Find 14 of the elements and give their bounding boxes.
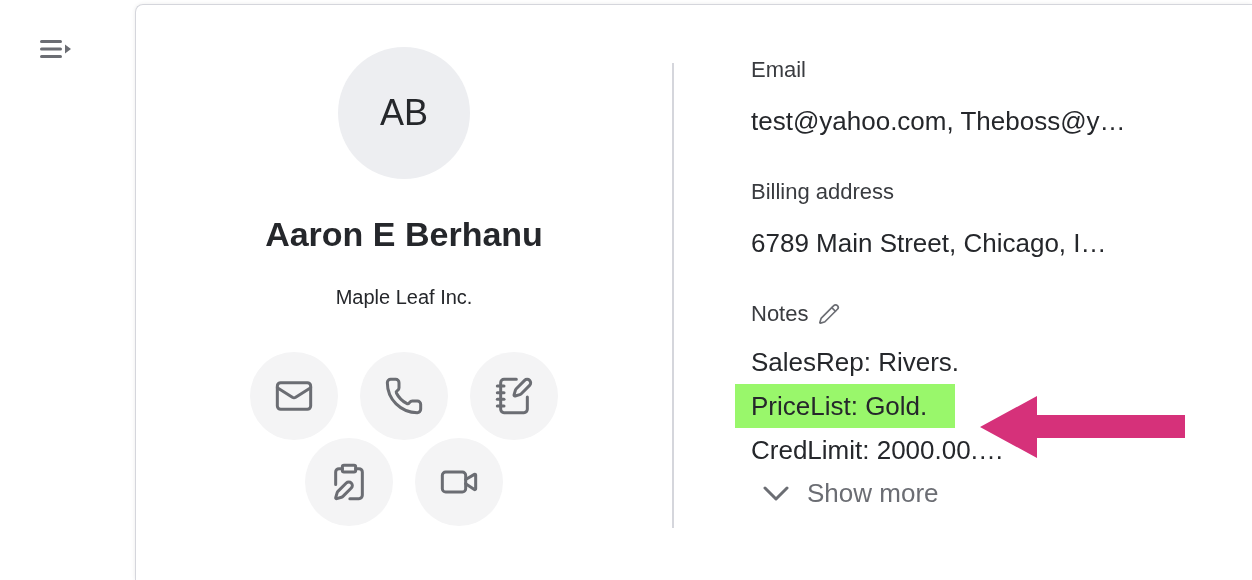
note-line: CredLimit: 2000.00.…: [751, 434, 1004, 467]
edit-icon[interactable]: [818, 302, 841, 325]
show-more-button[interactable]: Show more: [763, 474, 1126, 513]
field-label: Email: [751, 56, 807, 84]
field-label: Billing address: [751, 178, 896, 206]
avatar: AB: [338, 47, 470, 179]
field-value: test@yahoo.com, Theboss@y…: [751, 105, 1126, 138]
note-line: SalesRep: Rivers.: [751, 346, 960, 379]
notes-label: Notes: [751, 300, 809, 328]
field-value: 6789 Main Street, Chicago, I…: [751, 227, 1108, 260]
contact-name: Aaron E Berhanu: [265, 214, 543, 255]
company-name: Maple Leaf Inc.: [335, 285, 473, 310]
chevron-down-icon: [763, 486, 789, 501]
phone-icon: [384, 376, 424, 416]
